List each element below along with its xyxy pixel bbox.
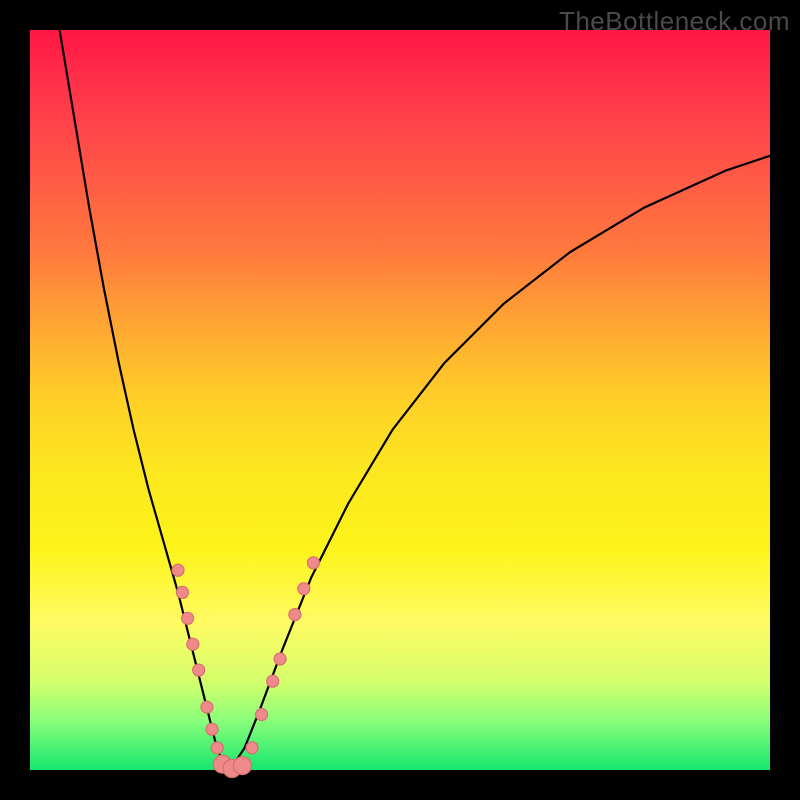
bead-marker xyxy=(201,701,213,713)
bead-marker xyxy=(233,757,251,775)
bead-marker xyxy=(298,583,310,595)
bead-marker xyxy=(193,664,205,676)
bead-marker xyxy=(246,742,258,754)
bead-marker xyxy=(172,564,184,576)
bead-marker xyxy=(289,609,301,621)
bead-marker xyxy=(307,557,319,569)
chart-overlay xyxy=(30,30,770,770)
bead-marker xyxy=(206,723,218,735)
bead-marker xyxy=(267,675,279,687)
curve-left xyxy=(60,30,230,770)
bead-marker xyxy=(274,653,286,665)
bead-marker xyxy=(182,612,194,624)
curve-right xyxy=(230,156,770,770)
bead-marker xyxy=(176,586,188,598)
chart-frame: TheBottleneck.com xyxy=(0,0,800,800)
bead-marker xyxy=(256,709,268,721)
bead-marker xyxy=(211,742,223,754)
bead-marker xyxy=(187,638,199,650)
